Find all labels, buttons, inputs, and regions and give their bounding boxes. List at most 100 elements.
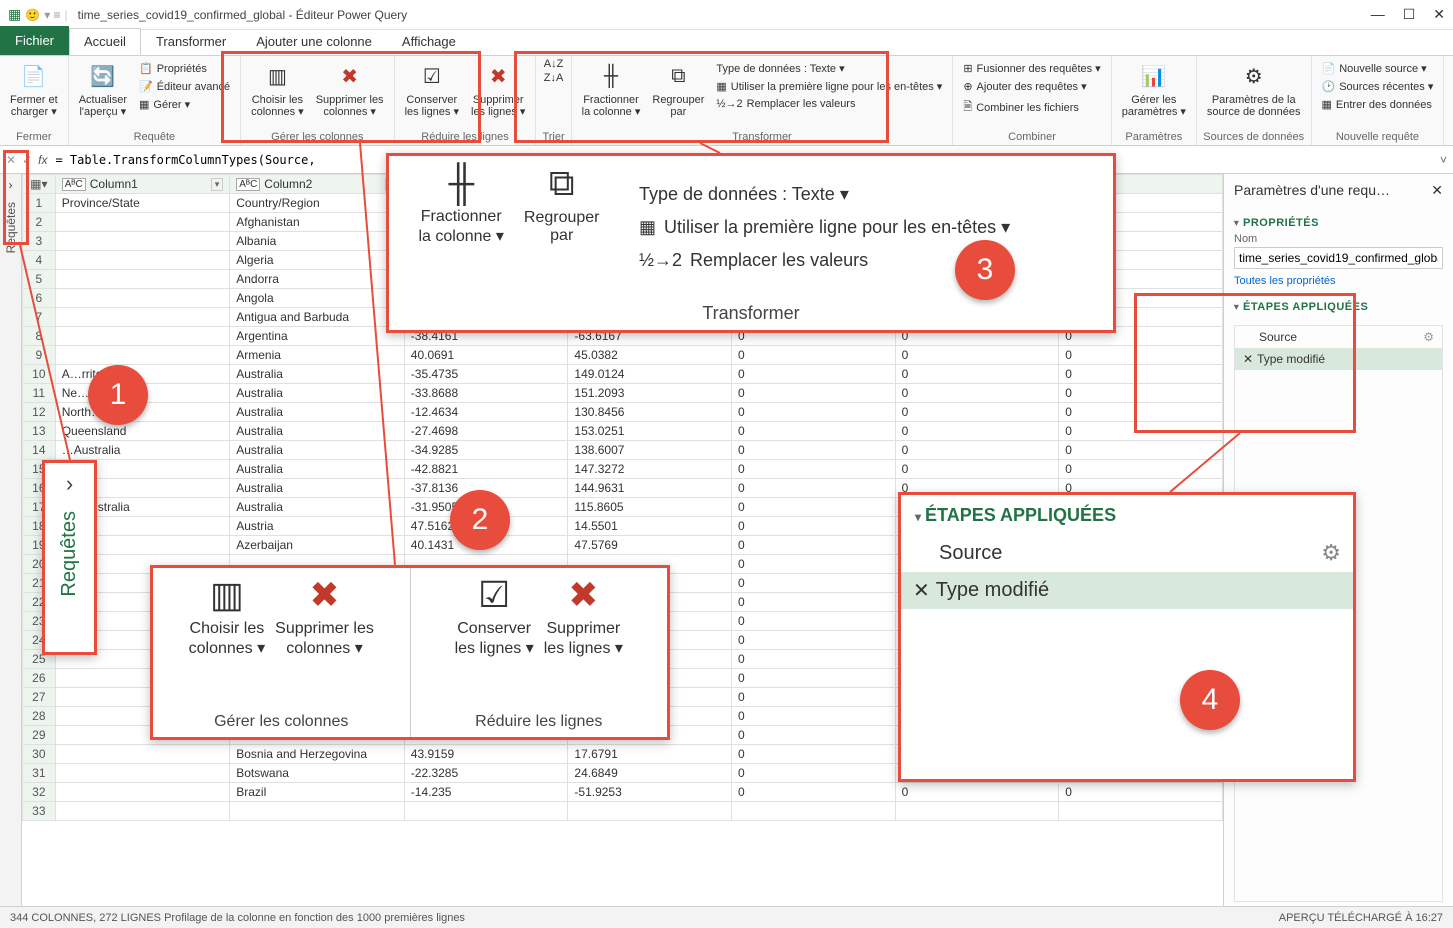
table-row[interactable]: 14…AustraliaAustralia-34.9285138.6007000 (23, 441, 1223, 460)
remove-columns-button[interactable]: ✖ Supprimer les colonnes ▾ (312, 58, 388, 120)
split-column-icon: ╫ (595, 60, 627, 92)
table-row[interactable]: 15…niaAustralia-42.8821147.3272000 (23, 460, 1223, 479)
table-row[interactable]: 2Afghanistan (23, 213, 1223, 232)
table-row[interactable]: 5Andorra (23, 270, 1223, 289)
tab-home[interactable]: Accueil (69, 28, 141, 55)
delete-step-icon[interactable]: ✕ (1243, 352, 1253, 366)
remove-rows-icon: ✖ (482, 60, 514, 92)
manage-icon: ▦ (139, 98, 149, 111)
choose-columns-button[interactable]: ▥ Choisir les colonnes ▾ (247, 58, 308, 120)
table-row[interactable]: 20000 (23, 555, 1223, 574)
table-row[interactable]: 31Botswana-22.328524.6849000 (23, 764, 1223, 783)
table-row[interactable]: 11Ne…Australia-33.8688151.2093000 (23, 384, 1223, 403)
group-combine-label: Combiner (959, 129, 1104, 145)
keep-rows-button[interactable]: ☑ Conserver les lignes ▾ (401, 58, 463, 120)
fx-icon: fx (38, 153, 47, 167)
close-button[interactable]: ✕ (1433, 6, 1445, 23)
first-row-header-button[interactable]: ▦Utiliser la première ligne pour les en-… (712, 78, 946, 95)
group-by-button[interactable]: ⧉ Regrouper par (648, 58, 708, 120)
formula-input[interactable] (53, 152, 1434, 168)
formula-accept-button[interactable]: ✓ (22, 153, 32, 167)
split-column-button[interactable]: ╫ Fractionner la colonne ▾ (578, 58, 645, 120)
table-row[interactable]: 24000 (23, 631, 1223, 650)
table-row[interactable]: 1Province/StateCountry/Region (23, 194, 1223, 213)
properties-section-header[interactable]: PROPRIÉTÉS (1234, 217, 1443, 229)
advanced-editor-button[interactable]: 📝Éditeur avancé (135, 78, 234, 95)
choose-columns-icon: ▥ (261, 60, 293, 92)
step-source[interactable]: Source⚙ (1235, 326, 1442, 348)
datatype-button[interactable]: Type de données : Texte ▾ (712, 60, 946, 77)
enter-data-icon: ▦ (1322, 98, 1332, 111)
table-row[interactable]: 10A…rritoryAustralia-35.4735149.0124000 (23, 365, 1223, 384)
tab-file[interactable]: Fichier (0, 26, 69, 55)
sort-asc-button[interactable]: A↓Z (544, 58, 564, 70)
properties-button[interactable]: 📋Propriétés (135, 60, 234, 77)
gear-icon[interactable]: ⚙ (1423, 330, 1434, 344)
settings-pane-title: Paramètres d'une requ… (1234, 182, 1390, 199)
queries-sidebar-collapsed[interactable]: › Requêtes (0, 174, 22, 906)
table-row[interactable]: 21000 (23, 574, 1223, 593)
table-row[interactable]: 19Azerbaijan40.143147.5769000 (23, 536, 1223, 555)
group-transform-label: Transformer (578, 129, 947, 145)
minimize-button[interactable]: — (1371, 6, 1385, 23)
append-queries-button[interactable]: ⊕Ajouter des requêtes ▾ (959, 78, 1104, 95)
column-header-2[interactable]: AᴮCColumn2▾ (230, 175, 405, 194)
tab-view[interactable]: Affichage (387, 28, 471, 55)
refresh-button[interactable]: 🔄 Actualiser l'aperçu ▾ (75, 58, 131, 120)
combine-files-button[interactable]: 🗎Combiner les fichiers (959, 96, 1104, 119)
group-rows-label: Réduire les lignes (401, 129, 530, 145)
replace-icon: ½→2 (716, 98, 742, 110)
table-row[interactable]: 7Antigua and Barbuda (23, 308, 1223, 327)
close-load-button[interactable]: 📄 Fermer et charger ▾ (6, 58, 62, 120)
tab-transform[interactable]: Transformer (141, 28, 241, 55)
step-type-modified[interactable]: ✕Type modifié (1235, 348, 1442, 370)
emoji-icon: 🙂 (25, 8, 40, 22)
manage-parameters-button[interactable]: 📊 Gérer les paramètres ▾ (1118, 58, 1190, 120)
formula-expand-button[interactable]: ˅ (1440, 153, 1447, 167)
enter-data-button[interactable]: ▦Entrer des données (1318, 96, 1438, 113)
table-row[interactable]: 12North…yAustralia-12.4634130.8456000 (23, 403, 1223, 422)
table-row[interactable]: 29Bolivia-16.2902-63.5887000 (23, 726, 1223, 745)
replace-values-button[interactable]: ½→2Remplacer les valeurs (712, 96, 946, 112)
table-row[interactable]: 18Austria47.516214.5501000 (23, 517, 1223, 536)
maximize-button[interactable]: ☐ (1403, 6, 1416, 23)
merge-queries-button[interactable]: ⊞Fusionner des requêtes ▾ (959, 60, 1104, 77)
ribbon-tabs: Fichier Accueil Transformer Ajouter une … (0, 30, 1453, 56)
table-row[interactable]: 17…n AustraliaAustralia-31.9505115.86050… (23, 498, 1223, 517)
corner-cell[interactable]: ▦▾ (23, 175, 56, 194)
table-row[interactable]: 25000 (23, 650, 1223, 669)
datasource-settings-button[interactable]: ⚙ Paramètres de la source de données (1203, 58, 1305, 120)
excel-app-icon: ▦ (8, 6, 21, 23)
query-name-input[interactable] (1234, 247, 1443, 269)
column-header-1[interactable]: AᴮCColumn1▾ (55, 175, 230, 194)
table-row[interactable]: 27000 (23, 688, 1223, 707)
table-row[interactable]: 32Brazil-14.235-51.9253000 (23, 783, 1223, 802)
settings-close-button[interactable]: ✕ (1431, 182, 1443, 199)
table-row[interactable]: 33 (23, 802, 1223, 821)
queries-sidebar-label: Requêtes (4, 202, 18, 253)
table-row[interactable]: 8Argentina-38.4161-63.6167000 (23, 327, 1223, 346)
table-row[interactable]: 22000 (23, 593, 1223, 612)
recent-sources-button[interactable]: 🕑Sources récentes ▾ (1318, 78, 1438, 95)
status-bar: 344 COLONNES, 272 LIGNES Profilage de la… (0, 906, 1453, 928)
table-row[interactable]: 30Bosnia and Herzegovina43.915917.679100… (23, 745, 1223, 764)
table-row[interactable]: 4Algeria (23, 251, 1223, 270)
table-icon: ▦ (716, 80, 726, 93)
table-row[interactable]: 6Angola (23, 289, 1223, 308)
table-row[interactable]: 26000 (23, 669, 1223, 688)
new-source-button[interactable]: 📄Nouvelle source ▾ (1318, 60, 1438, 77)
table-row[interactable]: 3Albania (23, 232, 1223, 251)
manage-button[interactable]: ▦Gérer ▾ (135, 96, 234, 113)
tab-add-column[interactable]: Ajouter une colonne (241, 28, 387, 55)
all-properties-link[interactable]: Toutes les propriétés (1234, 275, 1336, 287)
remove-rows-button[interactable]: ✖ Supprimer les lignes ▾ (467, 58, 529, 120)
table-row[interactable]: 13QueenslandAustralia-27.4698153.0251000 (23, 422, 1223, 441)
table-row[interactable]: 23000 (23, 612, 1223, 631)
steps-section-header[interactable]: ÉTAPES APPLIQUÉES (1234, 301, 1443, 313)
formula-cancel-button[interactable]: ✕ (6, 153, 16, 167)
sort-desc-button[interactable]: Z↓A (544, 72, 564, 84)
table-row[interactable]: 16…aAustralia-37.8136144.9631000 (23, 479, 1223, 498)
editor-icon: 📝 (139, 80, 153, 93)
table-row[interactable]: 9Armenia40.069145.0382000 (23, 346, 1223, 365)
table-row[interactable]: 28Bhutan27.514290.4336000 (23, 707, 1223, 726)
